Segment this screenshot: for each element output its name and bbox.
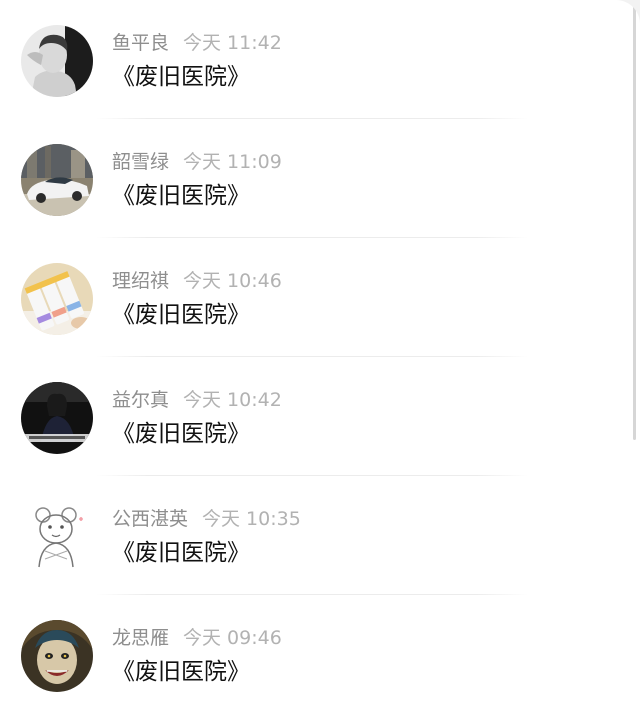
comment-meta: 理绍祺 今天 10:46 bbox=[112, 268, 282, 294]
user-name[interactable]: 鱼平良 bbox=[112, 32, 169, 54]
comment-list: 鱼平良 今天 11:42 《废旧医院》 韶雪绿 今天 11:09 《废旧医院》 … bbox=[0, 0, 640, 714]
comment-item[interactable]: 鱼平良 今天 11:42 《废旧医院》 bbox=[0, 0, 640, 119]
comment-item[interactable]: 韶雪绿 今天 11:09 《废旧医院》 bbox=[0, 119, 640, 238]
user-name[interactable]: 理绍祺 bbox=[112, 270, 169, 292]
comment-meta: 公西湛英 今天 10:35 bbox=[112, 506, 301, 532]
comment-panel: 鱼平良 今天 11:42 《废旧医院》 韶雪绿 今天 11:09 《废旧医院》 … bbox=[0, 0, 640, 720]
comment-item[interactable]: 公西湛英 今天 10:35 《废旧医院》 bbox=[0, 476, 640, 595]
comment-time: 今天 10:35 bbox=[202, 508, 301, 530]
user-name[interactable]: 公西湛英 bbox=[112, 508, 188, 530]
comment-meta: 龙思雁 今天 09:46 bbox=[112, 625, 282, 651]
comment-meta: 益尔真 今天 10:42 bbox=[112, 387, 282, 413]
color-swatches-icon bbox=[21, 263, 93, 335]
comment-text: 《废旧医院》 bbox=[112, 659, 250, 685]
sports-car-icon bbox=[21, 144, 93, 216]
user-name[interactable]: 龙思雁 bbox=[112, 627, 169, 649]
comment-item[interactable]: 龙思雁 今天 09:46 《废旧医院》 bbox=[0, 595, 640, 714]
avatar[interactable] bbox=[21, 25, 93, 97]
avatar[interactable] bbox=[21, 382, 93, 454]
portrait-bw-icon bbox=[21, 25, 93, 97]
user-name[interactable]: 益尔真 bbox=[112, 389, 169, 411]
comment-text: 《废旧医院》 bbox=[112, 183, 250, 209]
dark-portrait-icon bbox=[21, 382, 93, 454]
comment-item[interactable]: 理绍祺 今天 10:46 《废旧医院》 bbox=[0, 238, 640, 357]
comment-time: 今天 11:42 bbox=[183, 32, 282, 54]
comment-item[interactable]: 益尔真 今天 10:42 《废旧医院》 bbox=[0, 357, 640, 476]
user-name[interactable]: 韶雪绿 bbox=[112, 151, 169, 173]
comment-meta: 韶雪绿 今天 11:09 bbox=[112, 149, 282, 175]
comment-text: 《废旧医院》 bbox=[112, 540, 250, 566]
comment-time: 今天 11:09 bbox=[183, 151, 282, 173]
comment-meta: 鱼平良 今天 11:42 bbox=[112, 30, 282, 56]
joker-face-icon bbox=[21, 620, 93, 692]
avatar[interactable] bbox=[21, 144, 93, 216]
comment-text: 《废旧医院》 bbox=[112, 421, 250, 447]
sketch-bear-icon bbox=[21, 501, 93, 573]
comment-time: 今天 09:46 bbox=[183, 627, 282, 649]
comment-text: 《废旧医院》 bbox=[112, 64, 250, 90]
comment-time: 今天 10:42 bbox=[183, 389, 282, 411]
avatar[interactable] bbox=[21, 501, 93, 573]
comment-time: 今天 10:46 bbox=[183, 270, 282, 292]
avatar[interactable] bbox=[21, 263, 93, 335]
comment-text: 《废旧医院》 bbox=[112, 302, 250, 328]
avatar[interactable] bbox=[21, 620, 93, 692]
scrollbar[interactable] bbox=[633, 0, 636, 440]
